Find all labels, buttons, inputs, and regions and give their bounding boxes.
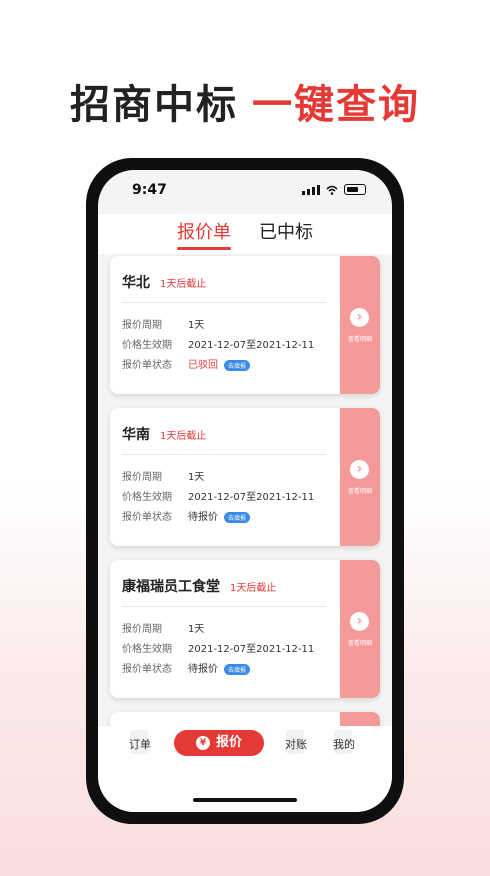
view-detail-panel[interactable]: › 查看明细 xyxy=(340,560,380,698)
row-period: 报价周期 1天 xyxy=(122,468,204,483)
chevron-right-icon: › xyxy=(350,308,369,327)
validity-label: 价格生效期 xyxy=(122,492,172,503)
card-divider xyxy=(122,454,326,455)
validity-value: 2021-12-07至2021-12-11 xyxy=(188,644,315,655)
status-label: 报价单状态 xyxy=(122,512,172,523)
period-value: 1天 xyxy=(188,472,205,483)
row-validity: 价格生效期 2021-12-07至2021-12-11 xyxy=(122,488,314,503)
phone-screen: 9:47 报价单 已中标 华北 1天后截止 报价周期 1天 价格生效期 2021… xyxy=(98,170,392,812)
promo-headline: 招商中标 一键查询 xyxy=(0,72,490,130)
status-value: 待报价 xyxy=(188,664,218,675)
status-bar: 9:47 xyxy=(98,170,392,210)
status-icons xyxy=(302,184,366,195)
card-divider xyxy=(122,302,326,303)
quote-button[interactable]: ¥ 报价 xyxy=(174,730,264,756)
validity-label: 价格生效期 xyxy=(122,644,172,655)
quote-card[interactable]: 华南 1天后截止 报价周期 1天 价格生效期 2021-12-07至2021-12-1… xyxy=(110,408,380,546)
view-detail-label: 查看明细 xyxy=(347,488,372,495)
home-indicator[interactable] xyxy=(193,798,297,802)
period-value: 1天 xyxy=(188,624,205,635)
period-label: 报价周期 xyxy=(122,472,162,483)
tab-orders[interactable]: 订单 xyxy=(120,730,160,754)
quote-card[interactable]: 华北 1天后截止 报价周期 1天 价格生效期 2021-12-07至2021-12-1… xyxy=(110,256,380,394)
view-detail-panel[interactable]: › 查看明细 xyxy=(340,408,380,546)
yen-icon: ¥ xyxy=(195,735,210,750)
row-period: 报价周期 1天 xyxy=(122,316,204,331)
status-time: 9:47 xyxy=(132,182,167,198)
card-title: 华南 1天后截止 xyxy=(122,424,206,444)
tab-mine-label: 我的 xyxy=(333,738,355,751)
card-title: 华北 1天后截止 xyxy=(122,272,206,292)
top-tabs: 报价单 已中标 xyxy=(98,214,392,254)
card-region: 华北 xyxy=(122,275,150,291)
period-label: 报价周期 xyxy=(122,624,162,635)
tab-orders-label: 订单 xyxy=(129,738,151,751)
row-period: 报价周期 1天 xyxy=(122,620,204,635)
period-label: 报价周期 xyxy=(122,320,162,331)
signal-icon xyxy=(302,184,320,195)
chevron-right-icon: › xyxy=(350,460,369,479)
tab-reconcile-label: 对账 xyxy=(285,738,307,751)
status-value: 待报价 xyxy=(188,512,218,523)
row-status: 报价单状态 待报价 去填报 xyxy=(122,508,251,523)
tab-quotes[interactable]: 报价单 xyxy=(177,214,231,250)
card-divider xyxy=(122,606,326,607)
view-detail-label: 查看明细 xyxy=(347,640,372,647)
row-validity: 价格生效期 2021-12-07至2021-12-11 xyxy=(122,336,314,351)
headline-accent: 一键查询 xyxy=(252,82,420,128)
bottom-tab-bar: 订单 ¥ 报价 对账 我的 xyxy=(98,726,392,812)
quote-button-label: 报价 xyxy=(215,735,242,750)
view-detail-label: 查看明细 xyxy=(347,336,372,343)
validity-value: 2021-12-07至2021-12-11 xyxy=(188,492,315,503)
card-deadline: 1天后截止 xyxy=(230,583,277,594)
status-label: 报价单状态 xyxy=(122,360,172,371)
validity-value: 2021-12-07至2021-12-11 xyxy=(188,340,315,351)
quote-card[interactable]: 康福瑞员工食堂 1天后截止 报价周期 1天 价格生效期 2021-12-07至2021… xyxy=(110,560,380,698)
headline-main: 招商中标 xyxy=(70,82,238,128)
validity-label: 价格生效期 xyxy=(122,340,172,351)
tab-mine[interactable]: 我的 xyxy=(324,730,364,754)
card-title: 康福瑞员工食堂 1天后截止 xyxy=(122,576,276,596)
status-value: 已驳回 xyxy=(188,360,218,371)
card-deadline: 1天后截止 xyxy=(160,279,207,290)
card-deadline: 1天后截止 xyxy=(160,431,207,442)
fill-in-badge[interactable]: 去填报 xyxy=(224,359,251,371)
row-validity: 价格生效期 2021-12-07至2021-12-11 xyxy=(122,640,314,655)
tab-won-bids[interactable]: 已中标 xyxy=(259,214,313,250)
battery-icon xyxy=(344,184,366,195)
view-detail-panel[interactable]: › 查看明细 xyxy=(340,256,380,394)
tab-reconcile[interactable]: 对账 xyxy=(276,730,316,754)
chevron-right-icon: › xyxy=(350,612,369,631)
row-status: 报价单状态 待报价 去填报 xyxy=(122,660,251,675)
wifi-icon xyxy=(326,185,338,195)
fill-in-badge[interactable]: 去填报 xyxy=(224,511,251,523)
fill-in-badge[interactable]: 去填报 xyxy=(224,663,251,675)
status-label: 报价单状态 xyxy=(122,664,172,675)
card-region: 华南 xyxy=(122,427,150,443)
row-status: 报价单状态 已驳回 去填报 xyxy=(122,356,251,371)
phone-frame: 9:47 报价单 已中标 华北 1天后截止 报价周期 1天 价格生效期 2021… xyxy=(86,158,404,824)
card-region: 康福瑞员工食堂 xyxy=(122,579,220,595)
period-value: 1天 xyxy=(188,320,205,331)
